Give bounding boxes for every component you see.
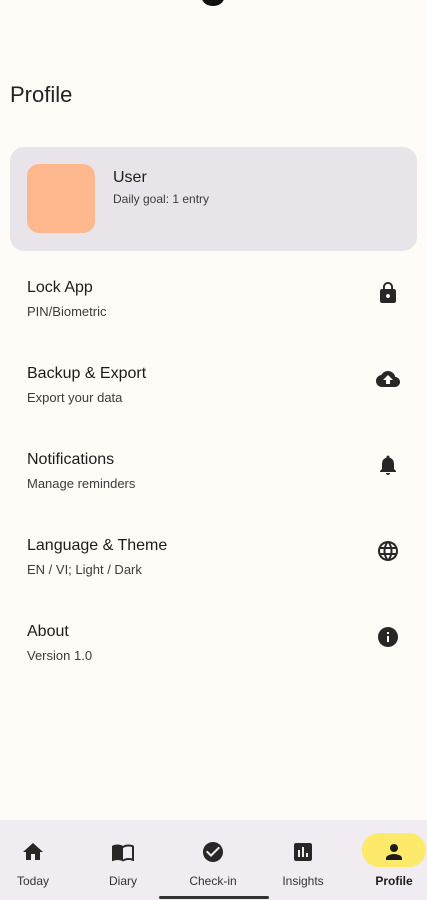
home-gesture-indicator	[159, 896, 269, 899]
nav-label: Profile	[375, 874, 413, 888]
settings-item-subtitle: EN / VI; Light / Dark	[27, 562, 142, 577]
settings-item-title: Notifications	[27, 451, 115, 468]
page-title: Profile	[10, 82, 73, 107]
settings-item-title: Lock App	[27, 279, 93, 296]
settings-item-about[interactable]: About Version 1.0	[0, 623, 427, 693]
person-icon	[382, 840, 406, 864]
avatar[interactable]	[27, 164, 95, 233]
cloud-upload-icon	[376, 367, 400, 391]
settings-item-subtitle: Export your data	[27, 390, 123, 405]
lock-icon	[376, 281, 400, 305]
settings-item-subtitle: Version 1.0	[27, 648, 93, 663]
bell-icon	[376, 453, 400, 477]
info-icon	[376, 625, 400, 649]
settings-item-subtitle: PIN/Biometric	[27, 304, 107, 319]
nav-item-profile[interactable]: Profile	[356, 820, 427, 900]
nav-label: Insights	[282, 874, 324, 888]
home-icon	[21, 840, 45, 864]
nav-label: Check-in	[189, 874, 237, 888]
user-name: User	[113, 169, 147, 186]
settings-item-lock-app[interactable]: Lock App PIN/Biometric	[0, 279, 427, 349]
nav-item-diary[interactable]: Diary	[80, 820, 166, 900]
book-icon	[111, 840, 135, 864]
nav-item-insights[interactable]: Insights	[260, 820, 346, 900]
nav-item-check-in[interactable]: Check-in	[170, 820, 256, 900]
check-circle-icon	[201, 840, 225, 864]
camera-cutout	[202, 0, 224, 6]
bar-chart-icon	[291, 840, 315, 864]
settings-item-language-theme[interactable]: Language & Theme EN / VI; Light / Dark	[0, 537, 427, 607]
settings-item-title: Language & Theme	[27, 537, 168, 554]
user-card[interactable]: User Daily goal: 1 entry	[10, 147, 417, 251]
nav-label: Today	[16, 874, 50, 888]
settings-item-notifications[interactable]: Notifications Manage reminders	[0, 451, 427, 521]
settings-item-backup-export[interactable]: Backup & Export Export your data	[0, 365, 427, 435]
globe-icon	[376, 539, 400, 563]
nav-label: Diary	[108, 874, 137, 888]
nav-item-today[interactable]: Today	[0, 820, 66, 900]
settings-item-title: About	[27, 623, 69, 640]
daily-goal-text: Daily goal: 1 entry	[113, 192, 210, 206]
settings-item-subtitle: Manage reminders	[27, 476, 136, 491]
bottom-navigation: Today Diary Check-in Insights Profile	[0, 820, 427, 900]
settings-item-title: Backup & Export	[27, 365, 147, 382]
